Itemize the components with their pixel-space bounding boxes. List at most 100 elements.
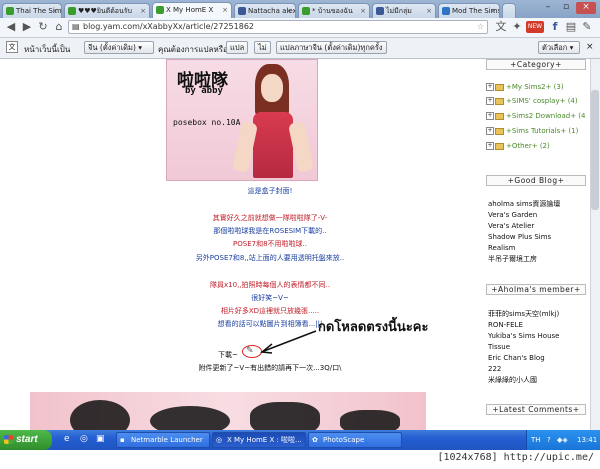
close-icon[interactable]: ×: [52, 4, 58, 18]
photoscape-icon: ✿: [312, 436, 318, 444]
character-outfit: [253, 112, 293, 178]
pencil-download-icon[interactable]: ✎: [246, 346, 254, 356]
blog-link[interactable]: Vera's Atelier: [488, 222, 534, 231]
taskbar-item-photoscape[interactable]: ✿ PhotoScape: [308, 432, 402, 448]
close-icon[interactable]: ×: [490, 4, 496, 18]
expand-icon[interactable]: +: [486, 83, 494, 91]
maximize-icon[interactable]: ▫: [558, 2, 574, 14]
extension-icon[interactable]: ✦: [510, 20, 524, 34]
reload-icon[interactable]: ↻: [36, 20, 50, 34]
close-icon[interactable]: ×: [140, 4, 146, 18]
tray-icons[interactable]: ◆◈: [557, 430, 568, 450]
new-tab-button[interactable]: [502, 3, 516, 18]
wrench-icon[interactable]: ✎: [580, 20, 594, 34]
category-item[interactable]: + +Other+ (2): [486, 142, 550, 151]
tab-my-home[interactable]: X My HomE X ×: [152, 2, 232, 18]
translate-button[interactable]: แปล: [226, 41, 249, 54]
taskbar-item-netmarble[interactable]: ▪ Netmarble Launcher: [116, 432, 210, 448]
banner-decoration: [70, 400, 130, 430]
tab-groups[interactable]: ไม่มีกลุ่ม ×: [372, 3, 436, 18]
close-window-icon[interactable]: ×: [576, 2, 596, 14]
tab-thai-the-sims[interactable]: Thai The Sims ×: [2, 3, 62, 18]
sidebar: +Category+ + +My Sims2+ (3) + +SIMS' cospl…: [482, 59, 588, 430]
banner-decoration: [150, 406, 230, 430]
blog-link[interactable]: 半吊子爾境工房: [488, 255, 537, 264]
facebook-icon[interactable]: f: [548, 20, 562, 34]
member-link[interactable]: Tissue: [488, 343, 510, 352]
member-link[interactable]: Yukiba's Sims House: [488, 332, 559, 341]
expand-icon[interactable]: +: [486, 142, 494, 150]
language-select[interactable]: จีน (ตั้งค่าเดิม) ▾: [84, 41, 154, 54]
translate-icon[interactable]: 文: [494, 20, 508, 34]
page-content: 啦啦隊 by abby posebox no.10A 這是盒子封面! 其實好久之…: [0, 59, 590, 430]
category-item[interactable]: + +Sims2 Download+ (4: [486, 112, 585, 121]
blog-link[interactable]: Shadow Plus Sims: [488, 233, 551, 242]
member-link[interactable]: 菲菲的sims天空(mlkj): [488, 310, 559, 319]
navigation-bar: ◀ ▶ ↻ ⌂ ▤ blog.yam.com/xXabbyXx/article/…: [0, 18, 600, 38]
new-badge[interactable]: NEW: [526, 21, 544, 33]
expand-icon[interactable]: +: [486, 97, 494, 105]
category-item[interactable]: + +SIMS' cosplay+ (4): [486, 97, 578, 106]
scrollbar-thumb[interactable]: [591, 90, 599, 210]
url-text: blog.yam.com/xXabbyXx/article/27251862: [83, 22, 254, 31]
category-heading: +Category+: [486, 59, 586, 70]
chrome-quicklaunch-icon[interactable]: ◎: [80, 434, 88, 444]
windows-logo-icon: [4, 435, 13, 444]
page-icon: ▤: [72, 22, 80, 31]
close-icon[interactable]: ×: [426, 4, 432, 18]
posebox-cover-image[interactable]: 啦啦隊 by abby posebox no.10A: [166, 59, 318, 181]
blog-link[interactable]: Vera's Garden: [488, 211, 537, 220]
chrome-icon: ◎: [216, 436, 223, 444]
tab-facebook-profile[interactable]: Nattacha alex ×: [234, 3, 296, 18]
forward-arrow-icon[interactable]: ▶: [20, 20, 34, 34]
close-icon[interactable]: ×: [586, 42, 594, 52]
next-post-banner-image[interactable]: [30, 392, 426, 430]
annotation-arrow: [260, 330, 317, 354]
star-icon[interactable]: ☆: [477, 21, 484, 33]
modthesims-favicon-icon: [442, 7, 450, 15]
address-bar[interactable]: ▤ blog.yam.com/xXabbyXx/article/27251862…: [68, 20, 488, 34]
tab-mod-the-sims[interactable]: Mod The Sims ×: [438, 3, 500, 18]
resolution-note: [1024x768] http://upic.me/: [437, 452, 594, 463]
back-arrow-icon[interactable]: ◀: [4, 20, 18, 34]
category-item[interactable]: + +My Sims2+ (3): [486, 83, 564, 92]
post-line: 這是盒子封面!: [247, 187, 293, 195]
minimize-icon[interactable]: –: [540, 2, 556, 14]
folder-quicklaunch-icon[interactable]: ▣: [96, 434, 105, 444]
tab-my-house[interactable]: * บ้านของฉัน ×: [298, 3, 370, 18]
post-line: 很好笑~V~: [251, 294, 289, 302]
blog-link[interactable]: Realism: [488, 244, 516, 253]
expand-icon[interactable]: +: [486, 127, 494, 135]
post-line: 其實好久之前就想做一隊啦啦隊了-V-: [212, 214, 328, 222]
category-item[interactable]: + +Sims Tutorials+ (1): [486, 127, 578, 136]
start-button[interactable]: start: [0, 430, 52, 450]
page-menu-icon[interactable]: ▤: [564, 20, 578, 34]
folder-icon: [495, 142, 504, 150]
close-icon[interactable]: ×: [360, 4, 366, 18]
translate-infobar: 文 หน้าเว็บนี้เป็น จีน (ตั้งค่าเดิม) ▾ คุ…: [0, 38, 600, 59]
translate-icon: 文: [6, 41, 18, 53]
member-link[interactable]: 222: [488, 365, 501, 374]
member-link[interactable]: Eric Chan's Blog: [488, 354, 545, 363]
ie-quicklaunch-icon[interactable]: e: [64, 434, 70, 444]
close-icon[interactable]: ×: [222, 3, 228, 17]
sims-favicon-icon: [6, 7, 14, 15]
always-translate-button[interactable]: แปลภาษาจีน (ตั้งค่าเดิม)ทุกครั้ง: [276, 41, 387, 54]
tab-welcome[interactable]: ♥♥♥ยินดีต้อนรับ ×: [64, 3, 150, 18]
blog-link[interactable]: aholma sims資源論壇: [488, 200, 560, 209]
expand-icon[interactable]: +: [486, 112, 494, 120]
language-indicator[interactable]: TH: [531, 430, 541, 450]
close-icon[interactable]: ×: [286, 4, 292, 18]
member-heading: +Aholma's member+: [486, 284, 586, 295]
member-link[interactable]: 米綠綠的小人國: [488, 376, 537, 385]
home-icon[interactable]: ⌂: [52, 20, 66, 34]
options-button[interactable]: ตัวเลือก ▾: [538, 41, 580, 54]
taskbar-item-browser[interactable]: ◎ X My HomE X : 啦啦...: [212, 432, 306, 448]
member-link[interactable]: RON-FELE: [488, 321, 523, 330]
thai-annotation-text: กดโหลดตรงนี้นะคะ: [318, 320, 429, 335]
download-label: 下載~: [218, 351, 238, 359]
help-icon[interactable]: ?: [547, 430, 551, 450]
no-button[interactable]: ไม่: [254, 41, 271, 54]
post-line: 那個啦啦球我是在ROSESIM下載的..: [213, 227, 327, 235]
folder-icon: [495, 83, 504, 91]
